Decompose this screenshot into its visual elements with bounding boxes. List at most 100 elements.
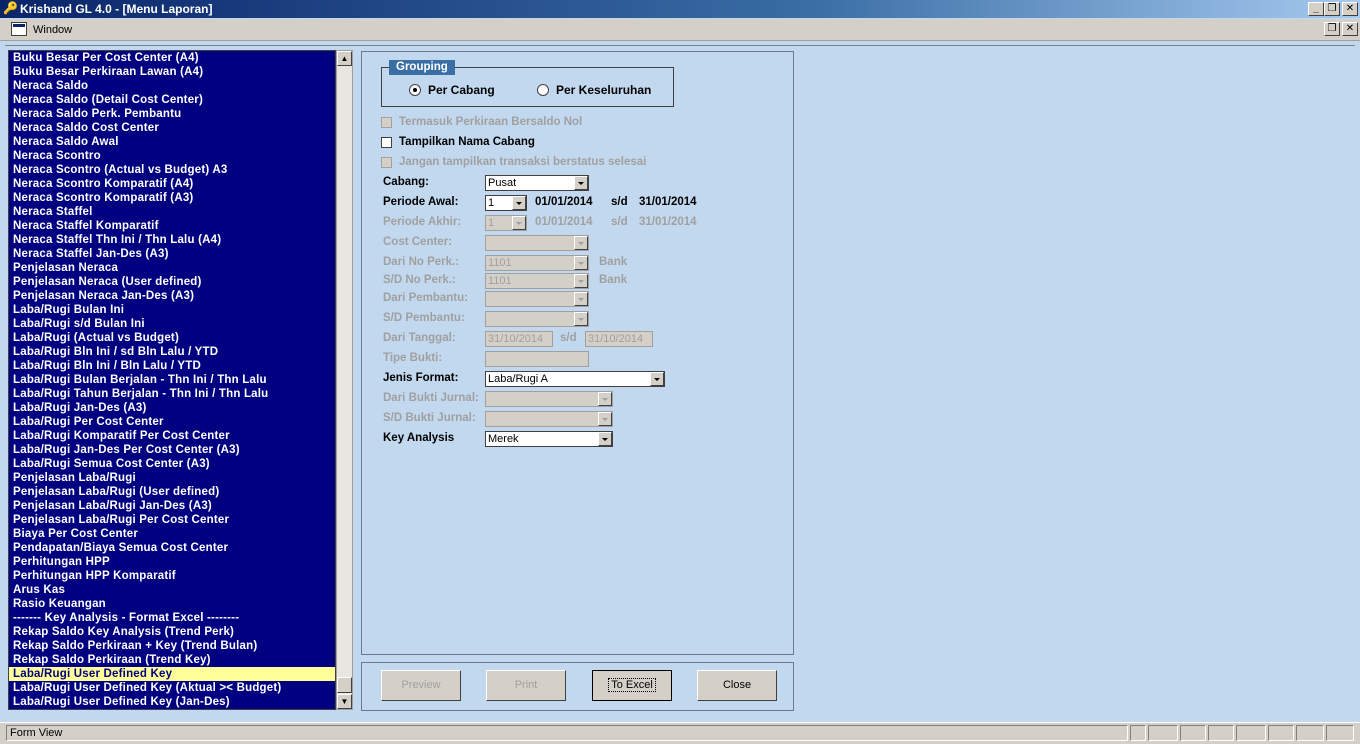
radio-per-cabang[interactable]: Per Cabang <box>409 83 495 97</box>
chevron-down-icon[interactable] <box>574 274 588 288</box>
list-item[interactable]: Buku Besar Per Cost Center (A4) <box>9 51 335 65</box>
close-window-button[interactable]: ✕ <box>1342 2 1358 16</box>
list-item[interactable]: Neraca Saldo Awal <box>9 135 335 149</box>
list-item[interactable]: Rekap Saldo Perkiraan (Trend Key) <box>9 653 335 667</box>
dari-tanggal-input[interactable]: 31/10/2014 <box>485 331 553 347</box>
cost-center-select[interactable] <box>485 235 589 251</box>
report-list[interactable]: Buku Besar Per Cost Center (A4) Buku Besa… <box>8 50 336 710</box>
list-item[interactable]: Laba/Rugi Tahun Berjalan - Thn Ini / Thn… <box>9 387 335 401</box>
list-item[interactable]: Neraca Staffel Komparatif <box>9 219 335 233</box>
dari-no-perk-select[interactable]: 1101 <box>485 255 589 271</box>
checkbox-transaksi-selesai[interactable]: Jangan tampilkan transaksi berstatus sel… <box>381 156 646 168</box>
list-item[interactable]: Laba/Rugi Semua Cost Center (A3) <box>9 457 335 471</box>
chevron-down-icon[interactable] <box>574 256 588 270</box>
list-item[interactable]: Laba/Rugi (Actual vs Budget) <box>9 331 335 345</box>
preview-button[interactable]: Preview <box>381 670 461 701</box>
list-item[interactable]: Laba/Rugi Jan-Des Per Cost Center (A3) <box>9 443 335 457</box>
sd-tanggal-input[interactable]: 31/10/2014 <box>585 331 653 347</box>
close-button[interactable]: Close <box>697 670 777 701</box>
checkbox-saldo-nol[interactable]: Termasuk Perkiraan Bersaldo Nol <box>381 116 582 128</box>
list-item[interactable]: Neraca Saldo (Detail Cost Center) <box>9 93 335 107</box>
list-item[interactable]: Rekap Saldo Key Analysis (Trend Perk) <box>9 625 335 639</box>
list-item[interactable]: Laba/Rugi Bln Ini / sd Bln Lalu / YTD <box>9 345 335 359</box>
list-item[interactable]: Pendapatan/Biaya Semua Cost Center <box>9 541 335 555</box>
chevron-down-icon[interactable] <box>598 412 612 426</box>
list-item[interactable]: Laba/Rugi Bulan Ini <box>9 303 335 317</box>
list-item[interactable]: Perhitungan HPP Komparatif <box>9 569 335 583</box>
checkbox-nama-cabang[interactable]: Tampilkan Nama Cabang <box>381 136 535 148</box>
list-item[interactable]: ------- Key Analysis - Format Excel ----… <box>9 611 335 625</box>
list-item[interactable]: Penjelasan Laba/Rugi (User defined) <box>9 485 335 499</box>
list-item[interactable]: Neraca Scontro Komparatif (A3) <box>9 191 335 205</box>
list-item[interactable]: Laba/Rugi Komparatif Per Cost Center <box>9 429 335 443</box>
chevron-down-icon[interactable] <box>512 216 526 230</box>
chevron-down-icon[interactable] <box>574 312 588 326</box>
list-item[interactable]: Neraca Staffel Jan-Des (A3) <box>9 247 335 261</box>
list-item[interactable]: Laba/Rugi Bln Ini / Bln Lalu / YTD <box>9 359 335 373</box>
status-cell <box>1208 725 1234 741</box>
sd-pembantu-label: S/D Pembantu: <box>383 312 465 324</box>
tipe-bukti-input[interactable] <box>485 351 589 367</box>
list-item[interactable]: Laba/Rugi Bulan Berjalan - Thn Ini / Thn… <box>9 373 335 387</box>
menu-window[interactable]: Window <box>33 24 72 36</box>
list-item[interactable]: Penjelasan Laba/Rugi <box>9 471 335 485</box>
dari-pembantu-label: Dari Pembantu: <box>383 292 468 304</box>
chevron-down-icon[interactable] <box>512 196 526 210</box>
chevron-down-icon[interactable] <box>574 176 588 190</box>
list-item[interactable]: Penjelasan Neraca Jan-Des (A3) <box>9 289 335 303</box>
sd-pembantu-select[interactable] <box>485 311 589 327</box>
list-item[interactable]: Arus Kas <box>9 583 335 597</box>
scroll-thumb[interactable] <box>337 677 352 693</box>
list-item[interactable]: Neraca Saldo Perk. Pembantu <box>9 107 335 121</box>
list-item[interactable]: Neraca Scontro Komparatif (A4) <box>9 177 335 191</box>
list-item[interactable]: Neraca Scontro (Actual vs Budget) A3 <box>9 163 335 177</box>
child-close-button[interactable]: ✕ <box>1342 22 1358 36</box>
periode-awal-sd: s/d <box>611 196 628 208</box>
list-item[interactable]: Perhitungan HPP <box>9 555 335 569</box>
dari-bukti-select[interactable] <box>485 391 613 407</box>
cabang-select[interactable]: Pusat <box>485 175 589 191</box>
restore-button[interactable]: ❐ <box>1324 2 1340 16</box>
list-item[interactable]: Laba/Rugi User Defined Key (Jan-Des) <box>9 695 335 709</box>
list-item[interactable]: Penjelasan Neraca <box>9 261 335 275</box>
scroll-up-arrow-icon[interactable]: ▲ <box>337 51 352 66</box>
list-item[interactable]: Laba/Rugi s/d Bulan Ini <box>9 317 335 331</box>
report-list-scrollbar[interactable]: ▲ ▼ <box>336 50 353 710</box>
list-item[interactable]: Neraca Scontro <box>9 149 335 163</box>
list-item[interactable]: Laba/Rugi Jan-Des (A3) <box>9 401 335 415</box>
chevron-down-icon[interactable] <box>650 372 664 386</box>
list-item[interactable]: Rekap Saldo Perkiraan + Key (Trend Bulan… <box>9 639 335 653</box>
key-analysis-select[interactable]: Merek <box>485 431 613 447</box>
list-item[interactable]: Neraca Staffel Thn Ini / Thn Lalu (A4) <box>9 233 335 247</box>
chevron-down-icon[interactable] <box>574 236 588 250</box>
chevron-down-icon[interactable] <box>598 392 612 406</box>
dari-pembantu-select[interactable] <box>485 291 589 307</box>
jenis-format-select[interactable]: Laba/Rugi A <box>485 371 665 387</box>
list-item[interactable]: Neraca Saldo <box>9 79 335 93</box>
child-restore-button[interactable]: ❐ <box>1324 22 1340 36</box>
to-excel-button[interactable]: To Excel <box>592 670 672 701</box>
chevron-down-icon[interactable] <box>574 292 588 306</box>
mdi-window-icon[interactable] <box>11 22 27 36</box>
periode-awal-select[interactable]: 1 <box>485 195 527 211</box>
print-button[interactable]: Print <box>486 670 566 701</box>
list-item[interactable]: Biaya Per Cost Center <box>9 527 335 541</box>
minimize-button[interactable]: _ <box>1308 2 1324 16</box>
chevron-down-icon[interactable] <box>598 432 612 446</box>
periode-akhir-select[interactable]: 1 <box>485 215 527 231</box>
list-item[interactable]: Buku Besar Perkiraan Lawan (A4) <box>9 65 335 79</box>
scroll-down-arrow-icon[interactable]: ▼ <box>337 694 352 709</box>
list-item[interactable]: Penjelasan Laba/Rugi Jan-Des (A3) <box>9 499 335 513</box>
list-item[interactable]: Laba/Rugi User Defined Key <box>9 667 335 681</box>
list-item[interactable]: Penjelasan Laba/Rugi Per Cost Center <box>9 513 335 527</box>
sd-no-perk-select[interactable]: 1101 <box>485 273 589 289</box>
list-item[interactable]: Rasio Keuangan <box>9 597 335 611</box>
list-item[interactable]: Penjelasan Neraca (User defined) <box>9 275 335 289</box>
sd-bukti-select[interactable] <box>485 411 613 427</box>
list-item[interactable]: Neraca Saldo Cost Center <box>9 121 335 135</box>
radio-per-keseluruhan[interactable]: Per Keseluruhan <box>537 83 651 97</box>
periode-awal-label: Periode Awal: <box>383 196 459 208</box>
list-item[interactable]: Laba/Rugi User Defined Key (Aktual >< Bu… <box>9 681 335 695</box>
list-item[interactable]: Laba/Rugi Per Cost Center <box>9 415 335 429</box>
list-item[interactable]: Neraca Staffel <box>9 205 335 219</box>
